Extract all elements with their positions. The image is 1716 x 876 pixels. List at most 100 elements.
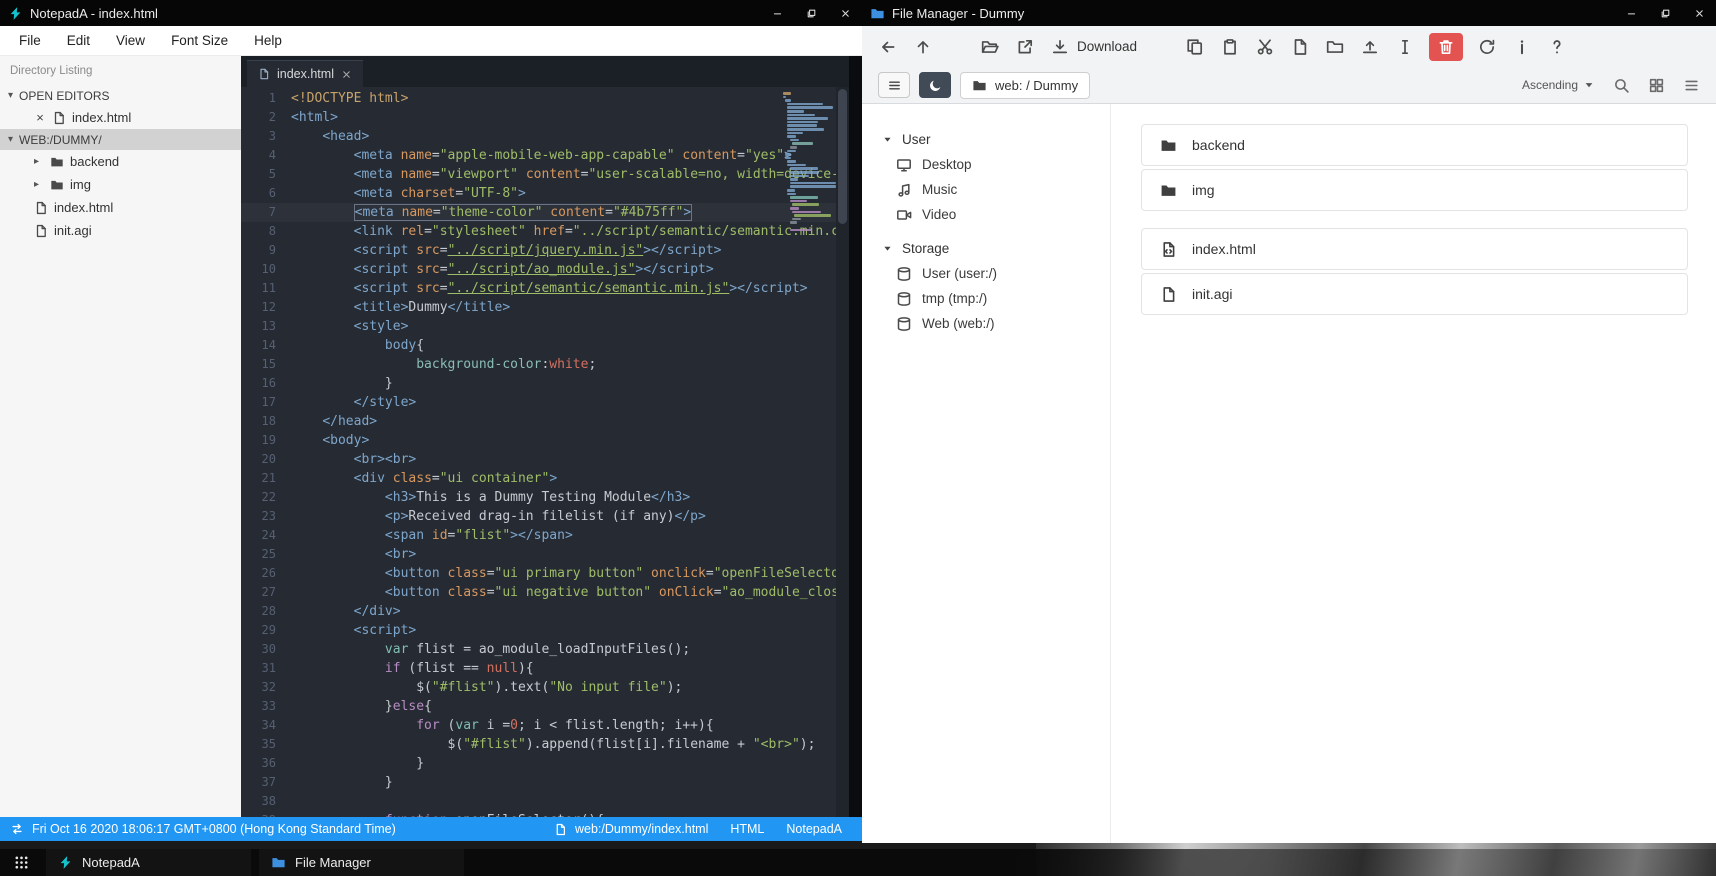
code-line-34: 34 for (var i =0; i < flist.length; i++)… <box>261 718 714 733</box>
folder-open-button[interactable] <box>979 36 1001 58</box>
upload-icon <box>1361 38 1379 56</box>
taskbar-item-file-manager[interactable]: File Manager <box>259 849 464 876</box>
notepada-minimize-button[interactable] <box>760 0 794 26</box>
tree-item-index-html[interactable]: × index.html <box>0 106 241 129</box>
notepada-restore-button[interactable] <box>794 0 828 26</box>
app-launcher-button[interactable] <box>6 849 36 876</box>
chevron-down-icon <box>1583 79 1595 91</box>
fm-sidebar-item-music[interactable]: Music <box>882 177 1110 202</box>
tree-item-img[interactable]: ▸ img <box>0 173 241 196</box>
list-view-icon[interactable] <box>1683 77 1700 94</box>
code-line-12: 12 <title>Dummy</title> <box>261 300 511 315</box>
upload-button[interactable] <box>1359 36 1381 58</box>
notepada-close-button[interactable] <box>828 0 862 26</box>
hamburger-icon <box>887 78 902 93</box>
file-row-img[interactable]: img <box>1141 169 1688 211</box>
fm-sidebar-item-user-user[interactable]: User (user:/) <box>882 261 1110 286</box>
statusbar-language-mode[interactable]: HTML <box>730 822 764 836</box>
sort-order-dropdown[interactable]: Ascending <box>1522 78 1595 92</box>
tab-index-html[interactable]: index.html <box>247 60 363 87</box>
restore-icon <box>806 8 817 19</box>
new-folder-button[interactable] <box>1324 36 1346 58</box>
statusbar-appname: NotepadA <box>786 822 842 836</box>
drive-icon <box>896 291 912 307</box>
help-button[interactable] <box>1546 36 1568 58</box>
copy-button[interactable] <box>1184 36 1206 58</box>
copy-icon <box>1186 38 1204 56</box>
drive-icon <box>896 316 912 332</box>
menu-help[interactable]: Help <box>241 33 295 48</box>
caret-right-icon: ▸ <box>34 179 40 190</box>
editor-scrollbar[interactable] <box>836 87 849 817</box>
filemanager-minimize-button[interactable] <box>1614 0 1648 26</box>
filemanager-sidebar: User Desktop Music Video Storage User (user:/… <box>862 104 1111 843</box>
taskbar-item-notepada[interactable]: NotepadA <box>46 849 251 876</box>
filemanager-maximize-button[interactable] <box>1648 0 1682 26</box>
trash-button[interactable] <box>1429 32 1464 61</box>
fm-section-storage[interactable]: Storage <box>882 235 1110 261</box>
external-link-button[interactable] <box>1014 36 1036 58</box>
menu-file[interactable]: File <box>6 33 54 48</box>
scrollbar-thumb[interactable] <box>838 89 847 224</box>
editor-tabbar: index.html <box>241 56 849 87</box>
code-line-23: 23 <p>Received drag-in filelist (if any)… <box>261 509 706 524</box>
code-line-22: 22 <h3>This is a Dummy Testing Module</h… <box>261 490 691 505</box>
menu-button[interactable] <box>878 72 910 98</box>
menu-font-size[interactable]: Font Size <box>158 33 241 48</box>
code-editor[interactable]: 1 <!DOCTYPE html> 2 <html> 3 <head> 4 <meta n… <box>241 87 849 817</box>
fm-sidebar-item-web-web[interactable]: Web (web:/) <box>882 311 1110 336</box>
info-icon <box>1513 38 1531 56</box>
tree-item-index-html[interactable]: index.html <box>0 196 241 219</box>
menu-view[interactable]: View <box>103 33 158 48</box>
directory-listing-header: Directory Listing <box>10 65 93 77</box>
paste-button[interactable] <box>1219 36 1241 58</box>
download-button[interactable]: Download <box>1049 36 1139 58</box>
tree-item-init-agi[interactable]: init.agi <box>0 219 241 242</box>
up-button[interactable] <box>912 36 934 58</box>
file-row-init-agi[interactable]: init.agi <box>1141 273 1688 315</box>
file-icon <box>1160 286 1177 303</box>
code-line-24: 24 <span id="flist"></span> <box>261 528 573 543</box>
theme-toggle-button[interactable] <box>919 72 951 98</box>
refresh-icon <box>1478 38 1496 56</box>
back-button[interactable] <box>877 36 899 58</box>
tree-item-backend[interactable]: ▸ backend <box>0 150 241 173</box>
sync-icon <box>10 822 24 836</box>
video-icon <box>896 207 912 223</box>
file-code-icon <box>1160 241 1177 258</box>
fm-sidebar-item-tmp-tmp[interactable]: tmp (tmp:/) <box>882 286 1110 311</box>
menu-edit[interactable]: Edit <box>54 33 103 48</box>
apps-grid-icon <box>14 855 29 870</box>
search-icon[interactable] <box>1613 77 1630 94</box>
fm-section-user[interactable]: User <box>882 126 1110 152</box>
close-icon <box>1694 8 1705 19</box>
tab-close-icon[interactable] <box>341 69 352 80</box>
tree-section-open-editors[interactable]: ▾ OPEN EDITORS <box>0 85 241 106</box>
bolt-logo <box>58 855 73 870</box>
notepada-window-title: NotepadA - index.html <box>30 5 158 21</box>
code-line-21: 21 <div class="ui container"> <box>261 471 558 486</box>
code-line-39: 39 function openFileSelector(){ <box>241 811 849 817</box>
file-row-index-html[interactable]: index.html <box>1141 228 1688 270</box>
fm-sidebar-item-desktop[interactable]: Desktop <box>882 152 1110 177</box>
info-button[interactable] <box>1511 36 1533 58</box>
cut-button[interactable] <box>1254 36 1276 58</box>
help-icon <box>1548 38 1566 56</box>
new-file-button[interactable] <box>1289 36 1311 58</box>
filemanager-close-button[interactable] <box>1682 0 1716 26</box>
file-row-backend[interactable]: backend <box>1141 124 1688 166</box>
code-line-3: 3 <head> <box>268 129 370 144</box>
fm-sidebar-item-video[interactable]: Video <box>882 202 1110 227</box>
folder-icon <box>972 78 987 93</box>
current-path-box[interactable]: web: / Dummy <box>960 71 1091 99</box>
tree-section-web-dummy[interactable]: ▾ WEB:/DUMMY/ <box>0 129 241 150</box>
refresh-button[interactable] <box>1476 36 1498 58</box>
folder-open-icon <box>981 38 999 56</box>
close-icon[interactable]: × <box>34 110 46 125</box>
grid-view-icon[interactable] <box>1648 77 1665 94</box>
desktop: NotepadA - index.html File Edit View Font S… <box>0 0 1716 876</box>
rename-button[interactable] <box>1394 36 1416 58</box>
file-icon <box>34 201 48 215</box>
code-line-35: 35 $("#flist").append(flist[i].filename … <box>261 737 816 752</box>
notepada-titlebar: NotepadA - index.html <box>0 0 862 26</box>
